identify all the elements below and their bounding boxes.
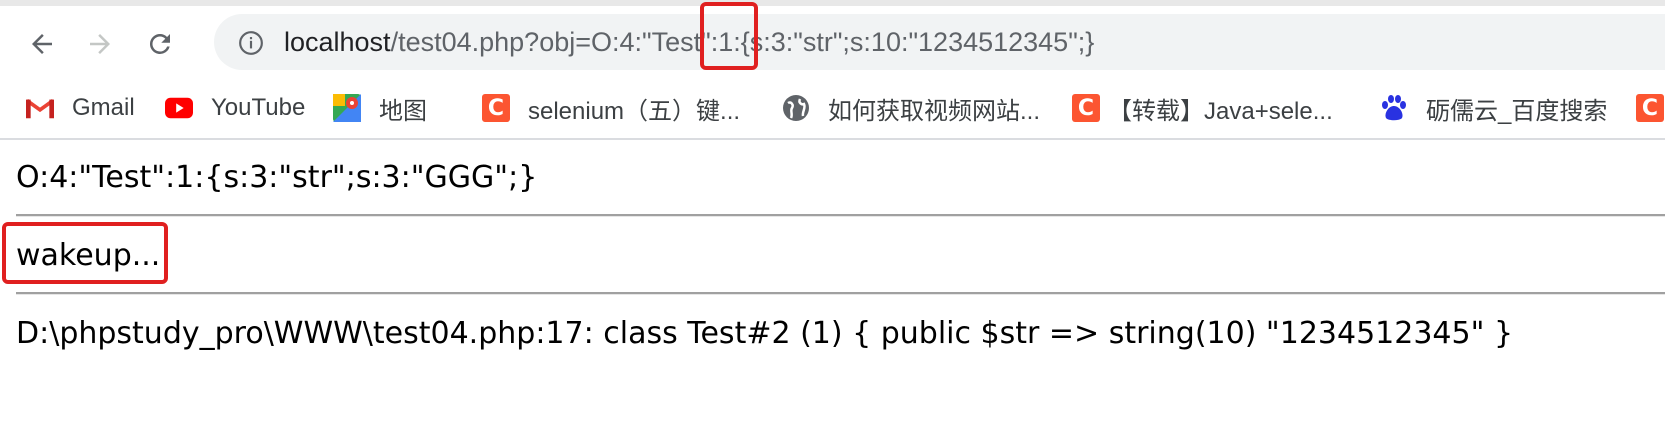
horizontal-rule: [16, 214, 1665, 217]
info-icon[interactable]: [238, 30, 264, 56]
bookmark-label: 如何获取视频网站...: [828, 97, 1041, 125]
bookmark-label: YouTube: [211, 94, 306, 121]
bookmark-gmail[interactable]: Gmail: [26, 88, 135, 128]
arrow-right-icon: [90, 34, 110, 54]
bookmark-selenium[interactable]: C selenium（五）键...: [482, 88, 740, 128]
bookmark-label: 【转载】Java+sele...: [1108, 97, 1333, 125]
bookmark-java-selenium[interactable]: C 【转载】Java+sele...: [1072, 88, 1333, 128]
bookmark-video-site[interactable]: 如何获取视频网站...: [782, 88, 1040, 128]
serialized-output: O:4:"Test":1:{s:3:"str";s:3:"GGG";}: [16, 160, 538, 195]
url-host: localhost: [284, 27, 391, 57]
gmail-icon: [26, 94, 54, 122]
youtube-icon: [165, 94, 193, 122]
bookmark-maps[interactable]: 地图: [333, 88, 427, 128]
address-bar[interactable]: localhost/test04.php?obj=O:4:"Test":1:{s…: [214, 14, 1665, 70]
back-button[interactable]: [24, 26, 60, 62]
url-text[interactable]: localhost/test04.php?obj=O:4:"Test":1:{s…: [284, 26, 1094, 58]
bookmark-overflow-csdn[interactable]: C: [1636, 88, 1665, 128]
var-dump-output: D:\phpstudy_pro\WWW\test04.php:17: class…: [16, 316, 1514, 351]
horizontal-rule: [16, 292, 1665, 295]
maps-icon: [333, 94, 361, 122]
bookmark-baidu-search[interactable]: 砺儒云_百度搜索: [1380, 88, 1607, 128]
toolbar-divider: [0, 138, 1665, 140]
bookmarks-bar: Gmail YouTube 地图 C selenium（五）键... 如何获取视…: [0, 80, 1665, 138]
csdn-icon: C: [1636, 94, 1664, 122]
bookmark-label: selenium（五）键...: [528, 97, 741, 125]
browser-toolbar: localhost/test04.php?obj=O:4:"Test":1:{s…: [0, 6, 1665, 74]
annotation-box-wakeup: [2, 222, 168, 284]
csdn-icon: C: [1072, 94, 1100, 122]
reload-icon: [149, 33, 170, 54]
annotation-box-url: [700, 2, 758, 70]
reload-button[interactable]: [142, 26, 178, 62]
forward-button[interactable]: [82, 26, 118, 62]
bookmark-label: 地图: [379, 97, 427, 125]
bookmark-label: 砺儒云_百度搜索: [1426, 97, 1608, 125]
csdn-icon: C: [482, 94, 510, 122]
bookmark-youtube[interactable]: YouTube: [165, 88, 305, 128]
bookmark-label: Gmail: [72, 94, 135, 121]
baidu-icon: [1380, 94, 1408, 122]
arrow-left-icon: [32, 34, 52, 54]
globe-icon: [782, 94, 810, 122]
